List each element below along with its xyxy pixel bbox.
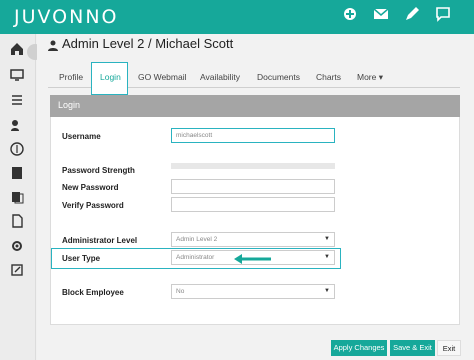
verify-password-field[interactable] — [171, 197, 335, 212]
tab-documents[interactable]: Documents — [257, 72, 300, 82]
tab-more[interactable]: More ▾ — [357, 72, 383, 83]
app-logo[interactable]: JUVONNO — [14, 6, 119, 28]
add-icon[interactable] — [342, 6, 362, 26]
contact-book-icon[interactable] — [10, 166, 26, 182]
home-icon[interactable] — [10, 42, 26, 58]
file-icon[interactable] — [10, 214, 26, 230]
dollar-icon[interactable] — [10, 142, 26, 158]
tab-charts[interactable]: Charts — [316, 72, 341, 82]
settings-icon[interactable] — [10, 239, 26, 255]
monitor-icon[interactable] — [10, 68, 26, 84]
external-link-icon[interactable] — [10, 263, 26, 279]
chevron-down-icon: ▼ — [324, 236, 330, 242]
tab-availability[interactable]: Availability — [200, 72, 240, 82]
chevron-down-icon: ▼ — [324, 254, 330, 260]
administrator-level-select[interactable]: Admin Level 2 ▼ — [171, 232, 335, 247]
new-password-field[interactable] — [171, 179, 335, 194]
chat-icon[interactable] — [435, 6, 455, 26]
edit-icon[interactable] — [404, 6, 424, 26]
user-type-label: User Type — [62, 254, 101, 263]
exit-button[interactable]: Exit — [437, 340, 461, 356]
chevron-down-icon: ▼ — [324, 288, 330, 294]
password-strength-label: Password Strength — [62, 166, 135, 175]
list-icon[interactable] — [10, 93, 26, 109]
page-title: Admin Level 2 / Michael Scott — [62, 36, 234, 51]
documents-icon[interactable] — [10, 190, 26, 206]
block-employee-label: Block Employee — [62, 288, 124, 297]
block-employee-select[interactable]: No ▼ — [171, 284, 335, 299]
users-icon[interactable] — [10, 118, 26, 134]
user-type-value: Administrator — [176, 254, 215, 261]
panel-title: Login — [58, 100, 81, 110]
administrator-level-label: Administrator Level — [62, 236, 138, 245]
mail-icon[interactable] — [373, 6, 393, 26]
apply-changes-button[interactable]: Apply Changes — [331, 340, 387, 356]
username-field[interactable]: michaelscott — [171, 128, 335, 143]
tab-login[interactable]: Login — [100, 72, 121, 82]
user-icon — [48, 38, 59, 51]
password-strength-meter — [171, 163, 335, 169]
save-exit-button[interactable]: Save & Exit — [390, 340, 435, 356]
panel-header — [50, 95, 460, 117]
tab-profile[interactable]: Profile — [59, 72, 83, 82]
block-employee-value: No — [176, 288, 185, 295]
pointer-arrow-icon — [233, 252, 273, 264]
username-label: Username — [62, 132, 101, 141]
new-password-label: New Password — [62, 183, 119, 192]
tab-go-webmail[interactable]: GO Webmail — [138, 72, 187, 82]
verify-password-label: Verify Password — [62, 201, 124, 210]
administrator-level-value: Admin Level 2 — [176, 236, 218, 243]
